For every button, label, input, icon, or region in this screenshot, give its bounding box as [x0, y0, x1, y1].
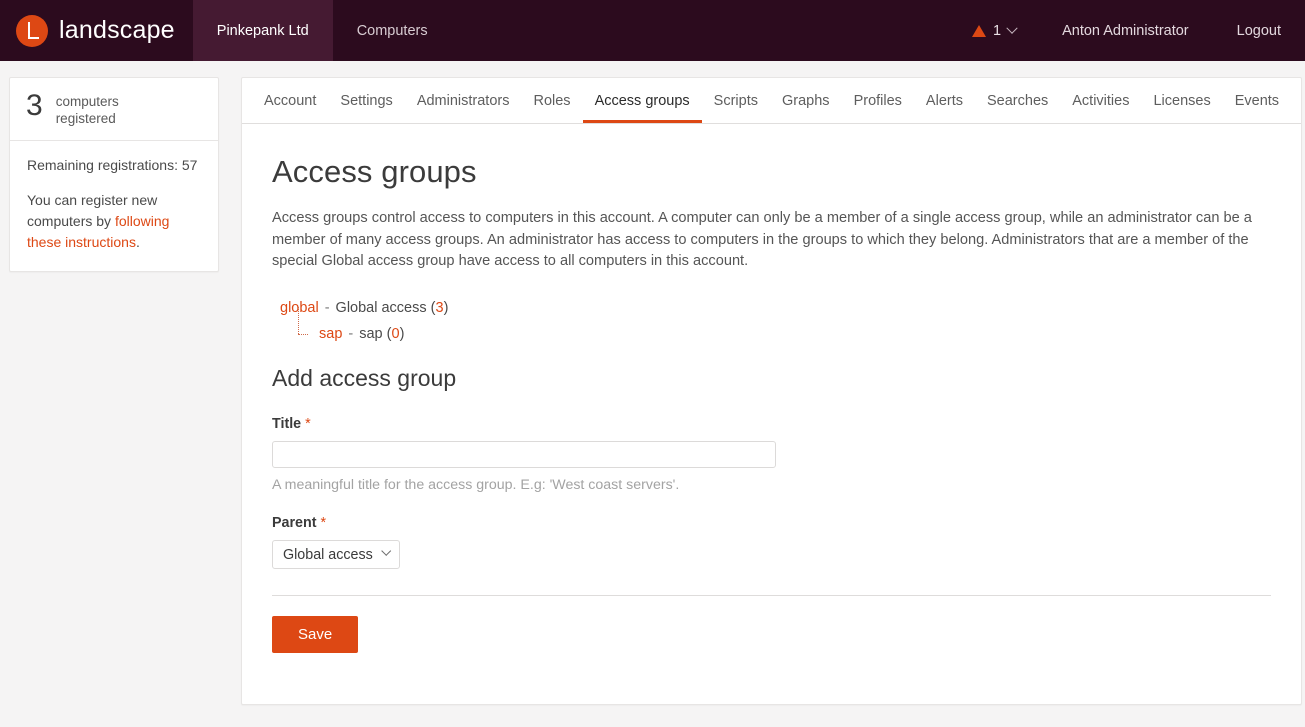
parent-field-group: Parent * Global access [272, 515, 1271, 570]
tree-row: global - Global access (3) [280, 295, 1271, 321]
alerts-indicator[interactable]: 1 [950, 0, 1038, 61]
tree-item-count-sap: 0 [391, 326, 400, 343]
user-menu[interactable]: Anton Administrator [1038, 0, 1213, 61]
tree-count-open: ( [426, 300, 436, 317]
header-nav-item-computers[interactable]: Computers [333, 0, 452, 61]
count-label-line1: computers [55, 94, 119, 109]
alerts-count: 1 [993, 22, 1002, 39]
registration-card: 3 computers registered Remaining registr… [9, 77, 219, 272]
chevron-down-icon [1006, 22, 1018, 34]
alert-triangle-icon [972, 24, 987, 37]
tab-access-groups[interactable]: Access groups [582, 93, 702, 123]
save-button[interactable]: Save [272, 616, 359, 654]
parent-select[interactable]: Global access [272, 540, 400, 570]
title-input[interactable] [272, 441, 776, 469]
app-header: landscape Pinkepank Ltd Computers 1 Anto… [0, 0, 1305, 61]
title-field-group: Title * A meaningful title for the acces… [272, 416, 1271, 493]
tab-roles[interactable]: Roles [521, 93, 582, 124]
title-label-text: Title [272, 416, 302, 433]
remaining-registrations: Remaining registrations: 57 [27, 156, 198, 173]
tab-licenses[interactable]: Licenses [1141, 93, 1222, 124]
register-instructions: You can register new computers by follow… [27, 190, 201, 253]
tab-profiles[interactable]: Profiles [842, 93, 914, 124]
page-description: Access groups control access to computer… [272, 210, 1252, 270]
logout-link[interactable]: Logout [1213, 0, 1305, 61]
required-asterisk: * [320, 515, 327, 532]
header-nav: Pinkepank Ltd Computers [192, 0, 452, 61]
tree-item-key-sap[interactable]: sap [294, 326, 342, 342]
brand[interactable]: landscape [0, 0, 193, 61]
tab-activities[interactable]: Activities [1060, 93, 1141, 124]
title-label: Title * [272, 416, 1271, 432]
tab-settings[interactable]: Settings [328, 93, 404, 124]
tree-count-open: ( [382, 326, 392, 343]
parent-label: Parent * [272, 515, 1271, 531]
landscape-logo-icon [16, 14, 48, 47]
register-text-after: . [135, 233, 140, 250]
chevron-down-icon [381, 546, 391, 557]
tree-count-close: ) [443, 300, 449, 317]
computers-count: 3 [26, 89, 43, 122]
registration-details: Remaining registrations: 57 You can regi… [10, 141, 218, 271]
main-content: Access groups Access groups control acce… [242, 124, 1301, 654]
tab-events[interactable]: Events [1223, 93, 1291, 124]
page-body: 3 computers registered Remaining registr… [0, 61, 1305, 727]
parent-select-value: Global access [283, 546, 373, 563]
tab-searches[interactable]: Searches [975, 93, 1060, 124]
tab-bar: Account Settings Administrators Roles Ac… [242, 78, 1302, 124]
tree-item-name-global: Global access [335, 300, 427, 317]
title-hint: A meaningful title for the access group.… [272, 477, 680, 494]
count-label-line2: registered [55, 111, 116, 127]
tree-item-count-global: 3 [435, 300, 444, 317]
tree-row: sap - sap (0) [280, 307, 1271, 347]
page-title: Access groups [272, 154, 477, 189]
computers-count-label: computers registered [56, 91, 119, 128]
access-group-tree: global - Global access (3) sap - sap (0) [280, 295, 1271, 347]
required-asterisk: * [305, 416, 311, 433]
main-panel: Account Settings Administrators Roles Ac… [241, 77, 1303, 705]
tab-account[interactable]: Account [252, 93, 328, 124]
sidebar: 3 computers registered Remaining registr… [9, 77, 219, 272]
tab-alerts[interactable]: Alerts [914, 93, 975, 124]
tab-graphs[interactable]: Graphs [770, 93, 842, 124]
tab-scripts[interactable]: Scripts [702, 93, 770, 124]
form-divider [272, 595, 1272, 597]
tree-separator: - [348, 326, 354, 343]
registration-summary: 3 computers registered [10, 78, 218, 141]
form-heading: Add access group [272, 365, 457, 392]
tree-separator: - [324, 300, 330, 317]
tab-administrators[interactable]: Administrators [405, 93, 522, 124]
header-right: 1 Anton Administrator Logout [950, 0, 1305, 61]
header-nav-item-account[interactable]: Pinkepank Ltd [192, 0, 333, 61]
tree-item-name-sap: sap [359, 326, 383, 343]
parent-label-text: Parent [272, 515, 317, 532]
tree-count-close: ) [399, 326, 405, 343]
brand-name: landscape [59, 16, 175, 44]
